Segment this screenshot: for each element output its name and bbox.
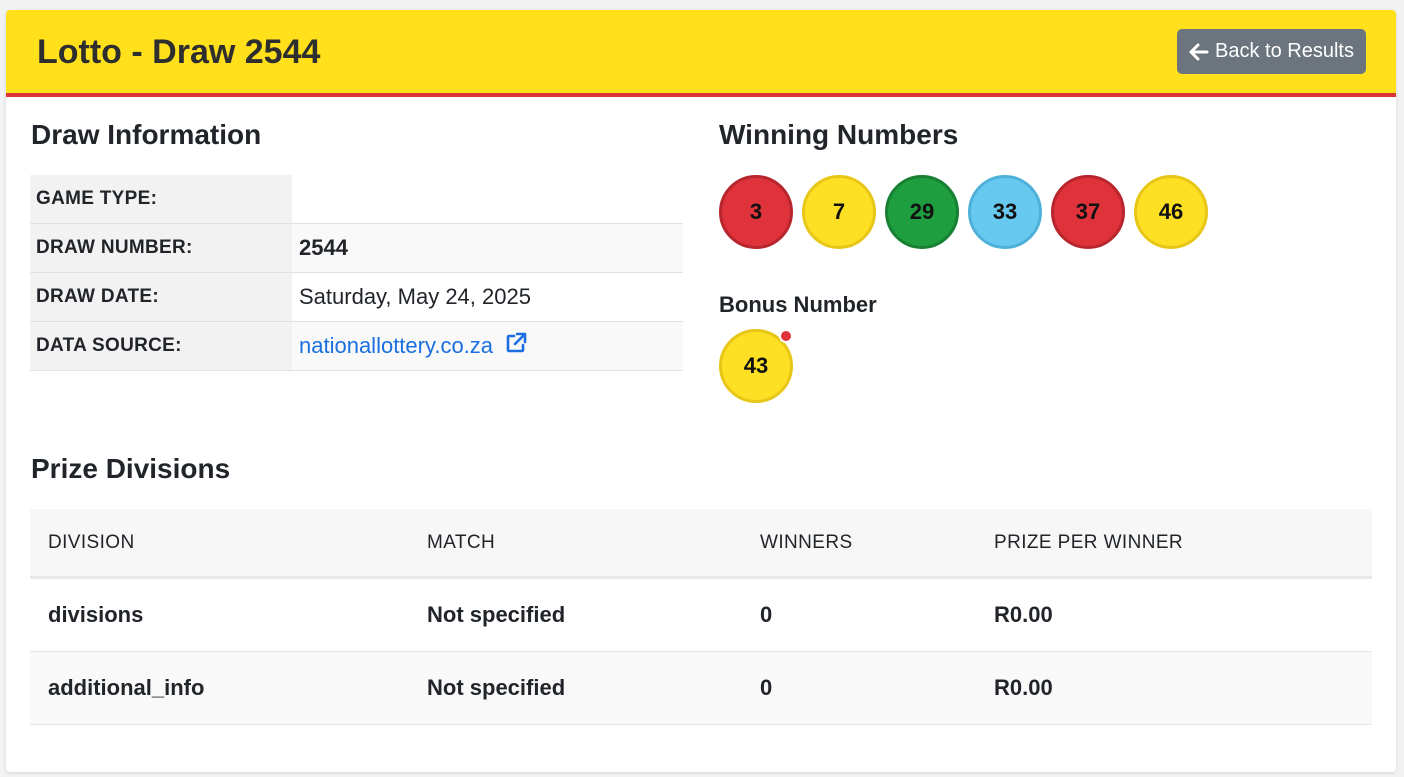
lotto-ball: 7 [802, 175, 876, 249]
column-header-match: MATCH [427, 509, 760, 579]
cell-prize: R0.00 [994, 577, 1372, 652]
prize-divisions-table: DIVISION MATCH WINNERS PRIZE PER WINNER … [30, 509, 1372, 725]
lotto-ball: 37 [1051, 175, 1125, 249]
draw-information-heading: Draw Information [31, 119, 262, 150]
bonus-number-label: Bonus Number [719, 292, 877, 317]
cell-winners: 0 [760, 577, 994, 652]
external-link-icon [505, 332, 527, 360]
data-source-link[interactable]: nationallottery.co.za [299, 332, 527, 360]
table-row: additional_info Not specified 0 R0.00 [30, 651, 1372, 725]
cell-division: divisions [30, 577, 427, 652]
page-header: Lotto - Draw 2544 Back to Results [6, 10, 1396, 97]
arrow-left-icon [1189, 43, 1209, 61]
info-label: DATA SOURCE: [30, 321, 292, 371]
info-label: DRAW NUMBER: [30, 223, 292, 273]
info-value-draw-date: Saturday, May 24, 2025 [292, 272, 683, 322]
column-header-winners: WINNERS [760, 509, 994, 579]
bonus-ball-wrapper: 43 [719, 329, 793, 403]
cell-winners: 0 [760, 651, 994, 725]
lotto-ball: 3 [719, 175, 793, 249]
page-title: Lotto - Draw 2544 [37, 33, 321, 71]
prize-divisions-heading: Prize Divisions [31, 453, 231, 484]
bonus-indicator-dot [779, 329, 793, 343]
lotto-ball: 33 [968, 175, 1042, 249]
info-label: GAME TYPE: [30, 175, 292, 224]
back-to-results-button[interactable]: Back to Results [1177, 29, 1366, 74]
lotto-ball: 46 [1134, 175, 1208, 249]
prize-table-header-row: DIVISION MATCH WINNERS PRIZE PER WINNER [30, 509, 1372, 579]
bonus-ball-value: 43 [743, 353, 769, 378]
info-row-data-source: DATA SOURCE: nationallottery.co.za [30, 321, 683, 371]
table-row: divisions Not specified 0 R0.00 [30, 577, 1372, 652]
back-button-label: Back to Results [1215, 40, 1354, 62]
info-value-game-type [292, 175, 683, 224]
cell-prize: R0.00 [994, 651, 1372, 725]
info-value-draw-number: 2544 [292, 223, 683, 273]
winning-numbers-heading: Winning Numbers [719, 119, 959, 150]
draw-detail-card: Lotto - Draw 2544 Back to Results Draw I… [6, 10, 1396, 772]
info-label: DRAW DATE: [30, 272, 292, 322]
data-source-link-text: nationallottery.co.za [299, 333, 494, 358]
cell-division: additional_info [30, 651, 427, 725]
info-row-draw-date: DRAW DATE: Saturday, May 24, 2025 [30, 272, 683, 322]
cell-match: Not specified [427, 577, 760, 652]
column-header-division: DIVISION [30, 509, 427, 579]
info-row-game-type: GAME TYPE: [30, 175, 683, 224]
cell-match: Not specified [427, 651, 760, 725]
info-row-draw-number: DRAW NUMBER: 2544 [30, 223, 683, 273]
bonus-ball: 43 [719, 329, 793, 403]
info-value-data-source: nationallottery.co.za [292, 321, 683, 371]
column-header-prize: PRIZE PER WINNER [994, 509, 1372, 579]
lotto-ball: 29 [885, 175, 959, 249]
draw-information-table: GAME TYPE: DRAW NUMBER: 2544 DRAW DATE: … [30, 175, 683, 371]
winning-numbers-list: 3 7 29 33 37 46 [719, 175, 1208, 249]
